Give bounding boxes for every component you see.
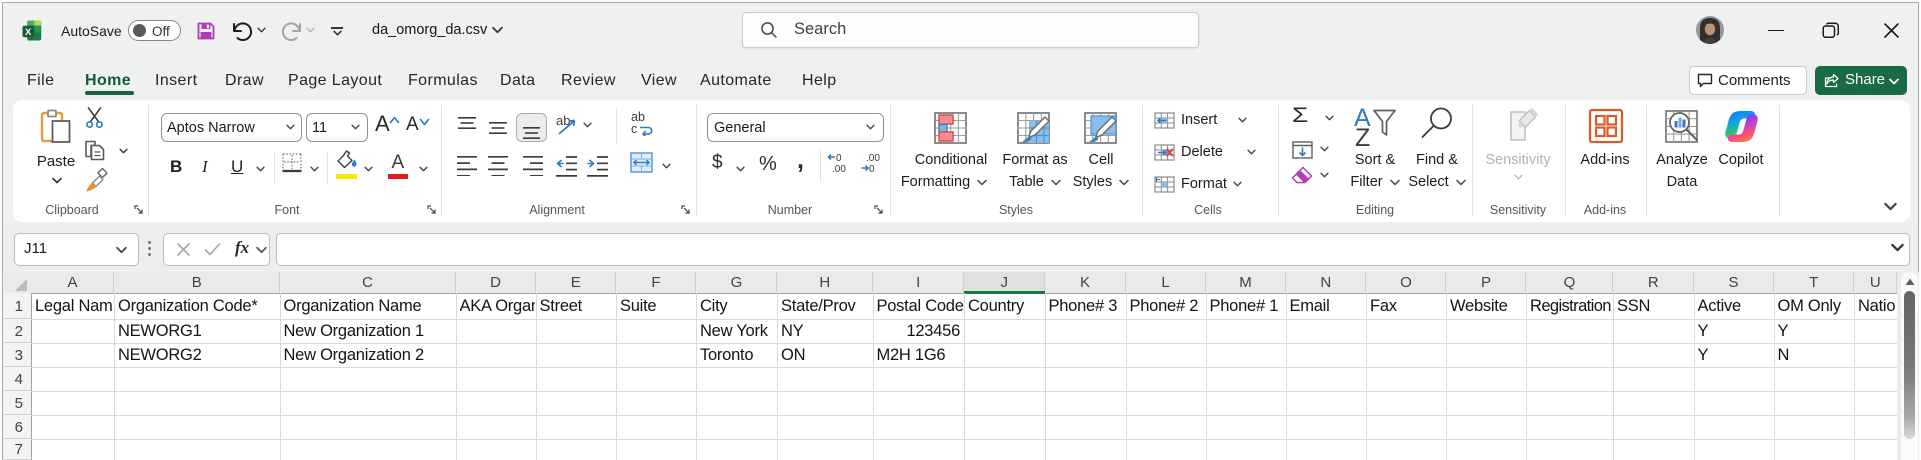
- svg-text:X: X: [25, 27, 32, 38]
- svg-text:0: 0: [869, 164, 875, 174]
- svg-text:.00: .00: [832, 164, 846, 174]
- svg-text:.00: .00: [866, 153, 880, 164]
- svg-text:Z: Z: [1355, 124, 1370, 146]
- svg-text:c: c: [631, 122, 637, 136]
- svg-text:0: 0: [836, 153, 842, 164]
